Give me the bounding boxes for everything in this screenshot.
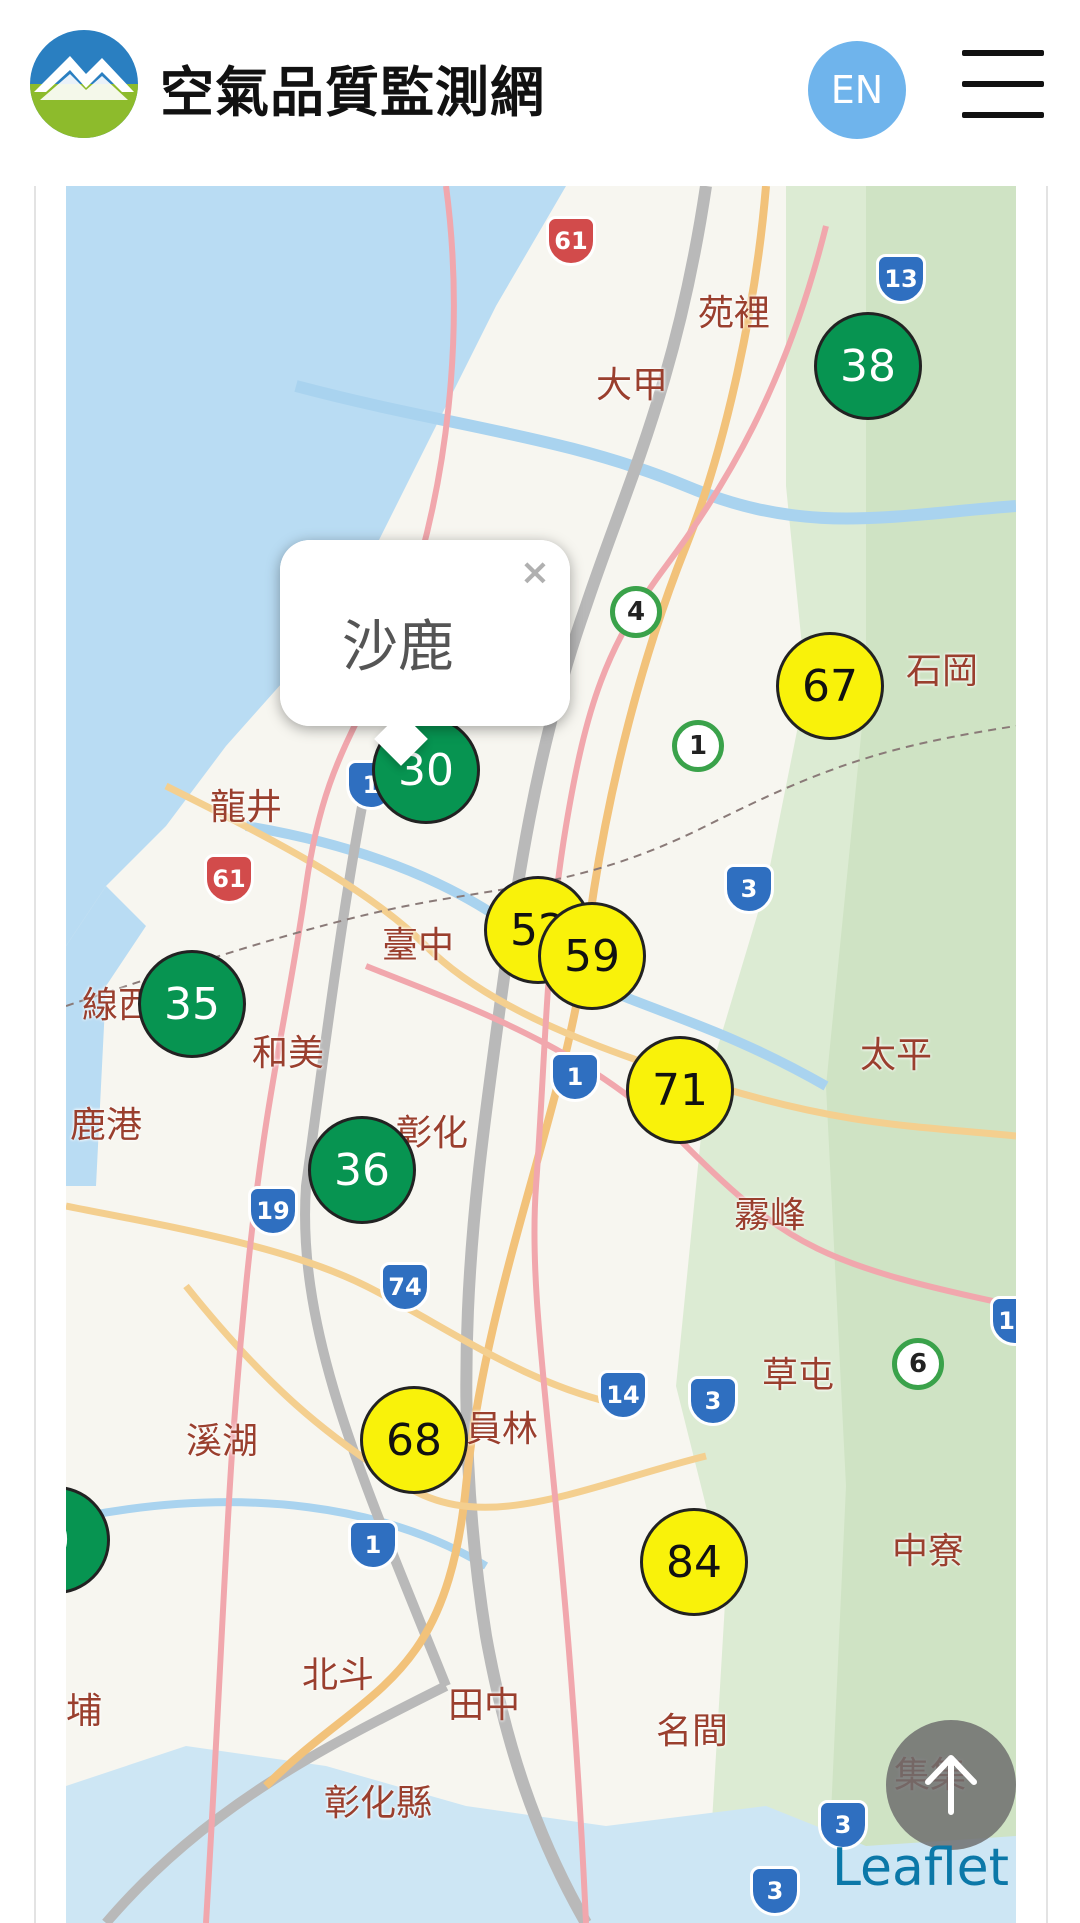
place-label: 中寮 (892, 1531, 965, 1572)
place-label: 草屯 (762, 1355, 835, 1396)
hamburger-menu-icon[interactable] (962, 50, 1044, 118)
place-label: 大甲 (596, 365, 669, 406)
mountain-logo-icon[interactable] (30, 30, 138, 138)
place-label: 田中 (448, 1685, 521, 1726)
route-shield-icon: 13 (876, 254, 926, 304)
place-label: 和美 (252, 1033, 325, 1074)
route-shield-icon: 1 (348, 1520, 398, 1570)
site-title[interactable]: 空氣品質監測網 (160, 48, 545, 127)
aqi-station-marker[interactable]: 36 (308, 1116, 416, 1224)
place-label: 太平 (860, 1035, 933, 1076)
route-shield-icon: 3 (750, 1866, 800, 1916)
place-label: 彰化縣 (324, 1783, 433, 1824)
place-label: 埔 (66, 1691, 103, 1732)
place-label: 苑裡 (698, 293, 771, 334)
aqi-station-marker[interactable]: 67 (776, 632, 884, 740)
aqi-station-marker[interactable]: 68 (360, 1386, 468, 1494)
route-shield-icon: 61 (546, 216, 596, 266)
place-label: 石岡 (906, 651, 979, 692)
aqi-station-marker[interactable]: 84 (640, 1508, 748, 1616)
place-label: 員林 (466, 1409, 539, 1450)
language-toggle-button[interactable]: EN (808, 41, 906, 139)
scroll-to-top-button[interactable] (886, 1720, 1016, 1850)
route-flower-icon: 1 (672, 720, 724, 772)
route-flower-icon: 6 (892, 1338, 944, 1390)
place-label: 龍井 (210, 787, 283, 828)
station-popup: 沙鹿 × (280, 540, 570, 766)
route-shield-icon: 14 (598, 1370, 648, 1420)
aqi-station-marker[interactable]: 35 (138, 950, 246, 1058)
leaflet-attribution-link[interactable]: Leaflet (832, 1838, 1009, 1898)
place-label: 北斗 (302, 1655, 375, 1696)
aqi-map[interactable]: 苑裡 大甲 石岡 龍井 臺中 和美 線西 鹿港 彰化 太平 霧峰 草屯 溪湖 員… (66, 186, 1016, 1923)
place-label: 臺中 (382, 925, 455, 966)
route-shield-icon: 74 (380, 1262, 430, 1312)
aqi-station-marker[interactable]: 59 (538, 902, 646, 1010)
route-shield-icon: 3 (724, 864, 774, 914)
arrow-up-icon (925, 1755, 977, 1815)
aqi-station-marker[interactable]: 38 (814, 312, 922, 420)
route-flower-icon: 4 (610, 586, 662, 638)
aqi-station-marker[interactable]: 71 (626, 1036, 734, 1144)
route-shield-icon: 61 (204, 854, 254, 904)
close-icon[interactable]: × (520, 552, 550, 593)
route-shield-icon: 19 (248, 1186, 298, 1236)
popup-station-name: 沙鹿 (342, 615, 454, 680)
place-label: 鹿港 (70, 1105, 143, 1146)
place-label: 溪湖 (186, 1421, 259, 1462)
site-header: 空氣品質監測網 EN (0, 0, 1080, 180)
place-label: 名間 (656, 1711, 729, 1752)
route-shield-icon: 1 (550, 1052, 600, 1102)
route-shield-icon: 3 (688, 1376, 738, 1426)
place-label: 霧峰 (734, 1195, 807, 1236)
popup-body: 沙鹿 × (280, 540, 570, 726)
